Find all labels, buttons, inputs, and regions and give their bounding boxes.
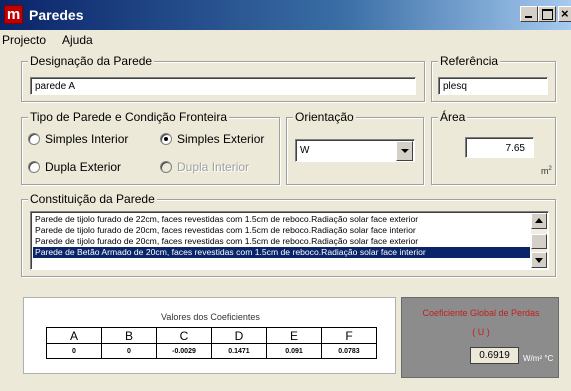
area-label: Área <box>438 110 468 124</box>
close-icon: × <box>561 6 569 21</box>
menu-bar: Projecto Ajuda <box>0 31 571 50</box>
radio-dot <box>28 161 40 173</box>
area-input[interactable]: 7.65 <box>465 137 534 158</box>
referencia-label: Referência <box>438 54 501 68</box>
close-button[interactable]: × <box>558 6 571 22</box>
constituicao-label: Constituição da Parede <box>28 192 157 206</box>
list-item[interactable]: Parede de tijolo furado de 20cm, faces r… <box>33 225 416 236</box>
area-unit: m2 <box>541 166 552 176</box>
orientacao-select[interactable]: W <box>295 139 415 162</box>
radio-simples-exterior[interactable]: Simples Exterior <box>160 132 264 146</box>
orientacao-group: Orientação W <box>286 110 424 185</box>
radio-dot <box>28 133 40 145</box>
coef-header: B <box>101 327 157 344</box>
tipo-parede-group: Tipo de Parede e Condição Fronteira Simp… <box>21 110 280 185</box>
coef-value: 0 <box>46 343 102 359</box>
orientacao-label: Orientação <box>293 110 356 124</box>
scroll-down-icon[interactable] <box>531 252 547 268</box>
window-title: Paredes <box>29 7 84 23</box>
tipo-parede-label: Tipo de Parede e Condição Fronteira <box>28 110 230 124</box>
app-icon: m <box>4 5 23 24</box>
scroll-thumb[interactable] <box>531 234 547 249</box>
constituicao-list[interactable]: Parede de tijolo furado de 22cm, faces r… <box>30 211 549 270</box>
coef-header: E <box>266 327 322 344</box>
global-value: 0.6919 <box>470 347 519 364</box>
coef-value: -0.0029 <box>156 343 212 359</box>
maximize-button[interactable] <box>538 6 556 22</box>
coeficiente-global-panel: Coeficiente Global de Perdas ( U ) 0.691… <box>401 297 559 378</box>
coeficientes-table: A B C D E F 0 0 -0.0029 0.1471 0.091 0.0… <box>46 327 377 359</box>
orientacao-value: W <box>300 145 310 156</box>
designacao-input[interactable]: parede A <box>30 77 416 95</box>
radio-dupla-interior: Dupla Interior <box>160 160 249 174</box>
coef-header: D <box>211 327 267 344</box>
coeficientes-title: Valores dos Coeficientes <box>161 312 260 322</box>
constituicao-group: Constituição da Parede Parede de tijolo … <box>21 192 556 277</box>
list-item-selected[interactable]: Parede de Betão Armado de 20cm, faces re… <box>33 247 530 258</box>
radio-dot-selected <box>160 133 172 145</box>
menu-ajuda[interactable]: Ajuda <box>62 33 93 47</box>
radio-dot <box>160 161 172 173</box>
radio-simples-interior[interactable]: Simples Interior <box>28 132 128 146</box>
list-item[interactable]: Parede de tijolo furado de 20cm, faces r… <box>33 236 418 247</box>
coef-value: 0 <box>101 343 157 359</box>
coeficientes-panel: Valores dos Coeficientes A B C D E F 0 0… <box>23 297 396 374</box>
menu-projecto[interactable]: Projecto <box>2 33 46 47</box>
radio-dupla-exterior[interactable]: Dupla Exterior <box>28 160 121 174</box>
coef-value: 0.1471 <box>211 343 267 359</box>
list-item[interactable]: Parede de tijolo furado de 22cm, faces r… <box>33 214 418 225</box>
paredes-window: m Paredes × Projecto Ajuda Designação da… <box>0 0 571 391</box>
global-unit: W/m² °C <box>523 354 554 363</box>
chevron-down-icon[interactable] <box>396 141 413 161</box>
designacao-group: Designação da Parede parede A <box>21 54 425 102</box>
coef-value: 0.0783 <box>321 343 377 359</box>
title-bar[interactable]: m Paredes × <box>0 0 571 30</box>
coef-header: F <box>321 327 377 344</box>
referencia-group: Referência plesq <box>431 54 556 102</box>
designacao-label: Designação da Parede <box>28 54 155 68</box>
minimize-button[interactable] <box>520 6 538 22</box>
scroll-up-icon[interactable] <box>531 213 547 229</box>
coef-value: 0.091 <box>266 343 322 359</box>
coef-header: C <box>156 327 212 344</box>
referencia-input[interactable]: plesq <box>438 77 548 95</box>
global-title: Coeficiente Global de Perdas <box>422 308 540 318</box>
area-group: Área 7.65 m2 <box>431 110 556 185</box>
global-symbol: ( U ) <box>472 327 490 337</box>
coef-header: A <box>46 327 102 344</box>
list-scrollbar[interactable] <box>531 213 547 268</box>
